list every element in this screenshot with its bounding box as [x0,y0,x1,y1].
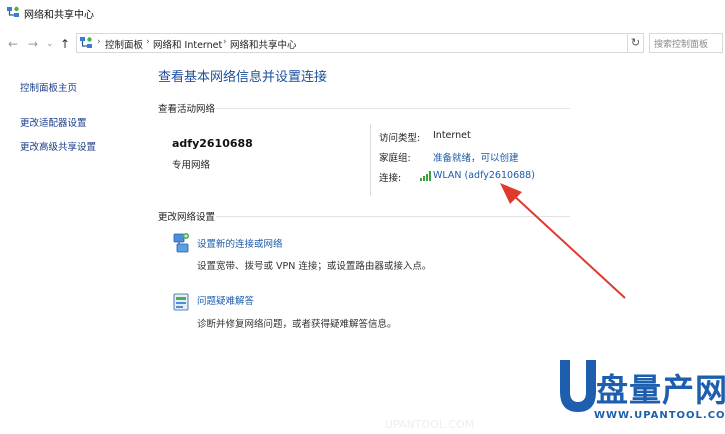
recent-locations-icon[interactable]: ⌄ [46,37,54,51]
sidebar-item-adapter-settings[interactable]: 更改适配器设置 [20,115,87,129]
address-bar[interactable]: › 控制面板 › 网络和 Internet › 网络和共享中心 ⌄ [76,33,692,53]
section-divider [216,108,570,109]
homegroup-label: 家庭组: [379,153,411,164]
control-panel-icon [80,37,92,48]
connection-label: 连接: [379,173,402,184]
back-button[interactable]: ← [8,37,18,51]
access-type-label: 访问类型: [379,133,421,144]
network-setup-icon[interactable] [172,232,190,254]
sidebar-item-control-panel-home[interactable]: 控制面板主页 [20,80,77,94]
upantool-logo-icon [560,360,596,412]
setup-connection-desc: 设置宽带、拨号或 VPN 连接；或设置路由器或接入点。 [197,261,432,272]
refresh-button[interactable]: ↻ [627,33,644,53]
network-center-icon [7,6,19,17]
up-button[interactable]: ↑ [60,37,70,51]
breadcrumb-separator: › [97,37,101,47]
search-input[interactable]: 搜索控制面板 [649,33,723,53]
network-info-divider [370,124,371,196]
sidebar-item-advanced-sharing[interactable]: 更改高级共享设置 [20,139,96,153]
title-bar: 网络和共享中心 [0,0,725,28]
troubleshoot-icon[interactable] [172,292,190,312]
window-title: 网络和共享中心 [24,10,94,21]
page-title: 查看基本网络信息并设置连接 [158,70,328,85]
change-settings-header: 更改网络设置 [158,212,216,223]
breadcrumb-separator: › [146,37,150,47]
active-networks-header: 查看活动网络 [158,104,216,115]
faint-watermark: UPANTOOL.COM [385,418,475,431]
watermark-brand: 盘量产网 [596,371,725,409]
network-name: adfy2610688 [172,137,253,150]
watermark-url: WWW.UPANTOOL.COM [594,410,725,421]
breadcrumb-network-sharing-center[interactable]: 网络和共享中心 [230,37,297,51]
troubleshoot-link[interactable]: 问题疑难解答 [197,293,254,307]
network-type: 专用网络 [172,160,211,171]
forward-button[interactable]: → [28,37,38,51]
setup-connection-link[interactable]: 设置新的连接或网络 [197,236,283,250]
breadcrumb-control-panel[interactable]: 控制面板 [105,37,143,51]
homegroup-link[interactable]: 准备就绪，可以创建 [433,150,519,164]
troubleshoot-desc: 诊断并修复网络问题，或者获得疑难解答信息。 [197,319,397,330]
breadcrumb-separator: › [223,37,227,47]
access-type-value: Internet [433,130,471,141]
breadcrumb-network-internet[interactable]: 网络和 Internet [153,37,222,51]
annotation-arrow-icon [500,183,626,299]
wifi-signal-icon [420,171,431,181]
